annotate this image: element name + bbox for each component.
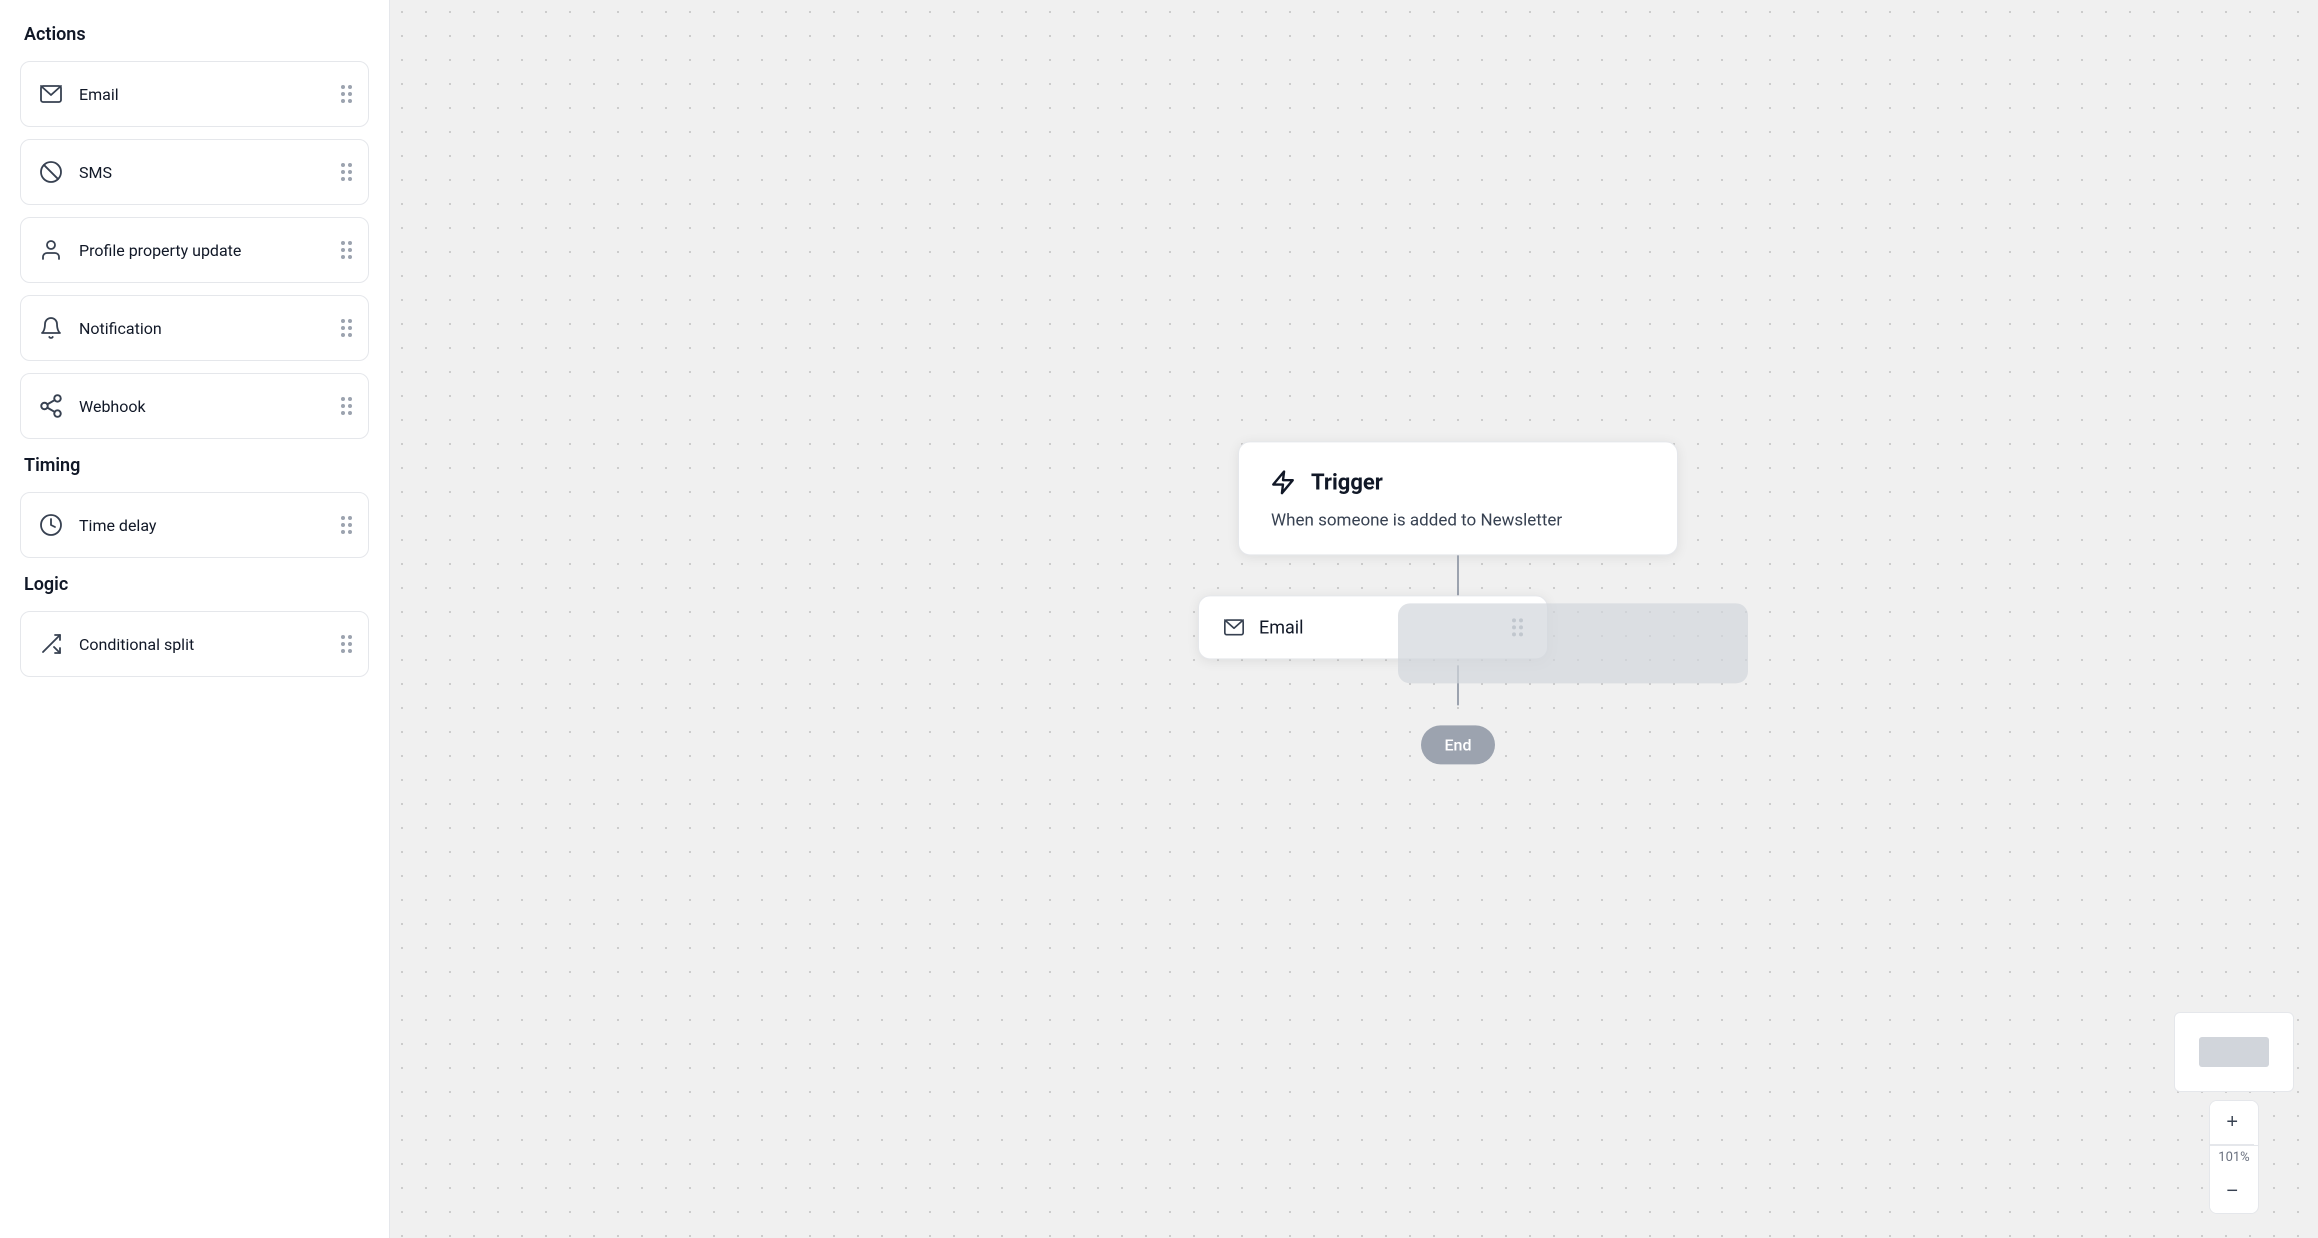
sms-label: SMS	[79, 163, 112, 182]
timing-section-title: Timing	[20, 455, 369, 476]
email-node-icon	[1223, 616, 1245, 638]
conditional-split-drag-handle[interactable]	[341, 635, 352, 653]
sms-icon	[37, 158, 65, 186]
conditional-split-label: Conditional split	[79, 635, 194, 654]
nodes-row: Email	[1198, 595, 1718, 685]
time-delay-label: Time delay	[79, 516, 156, 535]
trigger-icon	[1267, 466, 1299, 498]
time-delay-drag-handle[interactable]	[341, 516, 352, 534]
email-icon	[37, 80, 65, 108]
mini-map-viewport	[2199, 1037, 2269, 1067]
profile-icon	[37, 236, 65, 264]
sidebar-item-email[interactable]: Email	[20, 61, 369, 127]
mini-map	[2174, 1012, 2294, 1092]
email-drag-handle[interactable]	[341, 85, 352, 103]
sidebar: Actions Email SMS	[0, 0, 390, 1238]
zoom-out-button[interactable]: −	[2210, 1169, 2254, 1213]
trigger-title: Trigger	[1311, 470, 1383, 495]
end-node: End	[1421, 725, 1496, 764]
sidebar-item-conditional-split[interactable]: Conditional split	[20, 611, 369, 677]
notification-icon	[37, 314, 65, 342]
sidebar-item-time-delay[interactable]: Time delay	[20, 492, 369, 558]
sidebar-item-notification[interactable]: Notification	[20, 295, 369, 361]
sms-drag-handle[interactable]	[341, 163, 352, 181]
zoom-in-button[interactable]: +	[2210, 1101, 2254, 1145]
notification-label: Notification	[79, 319, 162, 338]
email-label: Email	[79, 85, 119, 104]
sidebar-item-profile-property-update[interactable]: Profile property update	[20, 217, 369, 283]
notification-drag-handle[interactable]	[341, 319, 352, 337]
email-node-label: Email	[1259, 617, 1304, 638]
sidebar-item-webhook[interactable]: Webhook	[20, 373, 369, 439]
workflow-canvas[interactable]: Trigger When someone is added to Newslet…	[390, 0, 2318, 1238]
split-icon	[37, 630, 65, 658]
connector-line-1	[1457, 555, 1459, 595]
clock-icon	[37, 511, 65, 539]
zoom-controls: + 101% −	[2174, 1012, 2294, 1214]
trigger-node[interactable]: Trigger When someone is added to Newslet…	[1238, 441, 1678, 555]
trigger-description: When someone is added to Newsletter	[1267, 510, 1649, 530]
profile-property-update-drag-handle[interactable]	[341, 241, 352, 259]
webhook-label: Webhook	[79, 397, 146, 416]
zoom-level-display: 101%	[2210, 1145, 2257, 1169]
zoom-button-group: + 101% −	[2209, 1100, 2258, 1214]
workflow-area: Trigger When someone is added to Newslet…	[1198, 441, 1718, 764]
sidebar-item-sms[interactable]: SMS	[20, 139, 369, 205]
webhook-drag-handle[interactable]	[341, 397, 352, 415]
actions-section-title: Actions	[20, 24, 369, 45]
logic-section-title: Logic	[20, 574, 369, 595]
ghost-placeholder-node	[1398, 603, 1748, 683]
profile-property-update-label: Profile property update	[79, 241, 241, 260]
webhook-icon	[37, 392, 65, 420]
